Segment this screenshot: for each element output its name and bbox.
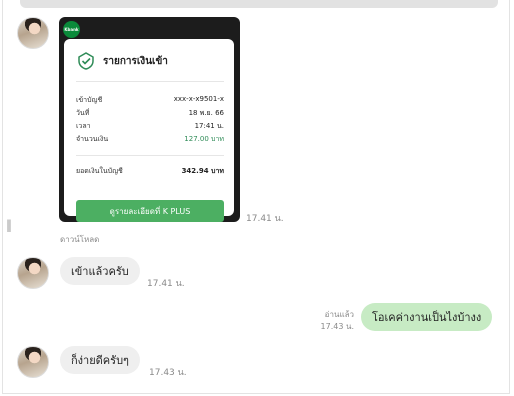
- sender-avatar[interactable]: [17, 346, 49, 378]
- message-time: 17.43 น.: [320, 322, 354, 331]
- slip-row-value: 17:41 น.: [194, 122, 224, 130]
- kbank-logo: Kbank: [63, 21, 80, 38]
- slip-row-label: เข้าบัญชี: [76, 96, 103, 104]
- outgoing-message-bubble[interactable]: โอเคค่างานเป็นไงบ้างง: [361, 303, 493, 331]
- slip-row-label: ยอดเงินในบัญชี: [76, 167, 123, 175]
- resize-handle-icon[interactable]: ‖: [6, 218, 12, 232]
- message-time: 17.41 น.: [147, 279, 185, 289]
- kplus-details-button[interactable]: ดูรายละเอียดที่ K PLUS: [76, 200, 224, 222]
- slip-panel: รายการเงินเข้า เข้าบัญชี xxx-x-x9501-x ว…: [64, 39, 234, 222]
- slip-divider: [76, 81, 224, 82]
- slip-row-account: เข้าบัญชี xxx-x-x9501-x: [76, 95, 224, 106]
- slip-row-time: เวลา 17:41 น.: [76, 121, 224, 132]
- message-time: 17.43 น.: [149, 368, 187, 378]
- download-link[interactable]: ดาวน์โหลด: [60, 233, 99, 246]
- slip-header: รายการเงินเข้า: [76, 51, 168, 71]
- slip-title: รายการเงินเข้า: [103, 55, 168, 67]
- sender-avatar[interactable]: [17, 257, 49, 289]
- previous-message-edge: [20, 0, 498, 8]
- incoming-message-bubble[interactable]: ก็ง่ายดีครับๆ: [60, 346, 140, 374]
- transfer-slip-image[interactable]: Kbank รายการเงินเข้า เข้าบัญชี xxx-x-x95…: [59, 17, 240, 222]
- slip-row-value: 342.94 บาท: [181, 167, 224, 175]
- slip-row-amount: จำนวนเงิน 127.00 บาท: [76, 134, 224, 145]
- message-time: 17.41 น.: [246, 214, 284, 224]
- slip-row-value: 127.00 บาท: [184, 135, 224, 143]
- check-shield-icon: [78, 52, 94, 70]
- slip-row-value: 18 พ.ย. 66: [188, 109, 224, 117]
- slip-row-label: วันที่: [76, 109, 90, 117]
- sender-avatar[interactable]: [17, 17, 49, 49]
- slip-row-value: xxx-x-x9501-x: [173, 95, 224, 103]
- slip-row-balance: ยอดเงินในบัญชี 342.94 บาท: [76, 166, 224, 177]
- incoming-message-bubble[interactable]: เข้าแล้วครับ: [60, 257, 140, 285]
- slip-row-label: เวลา: [76, 122, 91, 130]
- slip-divider: [76, 155, 224, 156]
- slip-row-label: จำนวนเงิน: [76, 135, 109, 143]
- slip-row-date: วันที่ 18 พ.ย. 66: [76, 108, 224, 119]
